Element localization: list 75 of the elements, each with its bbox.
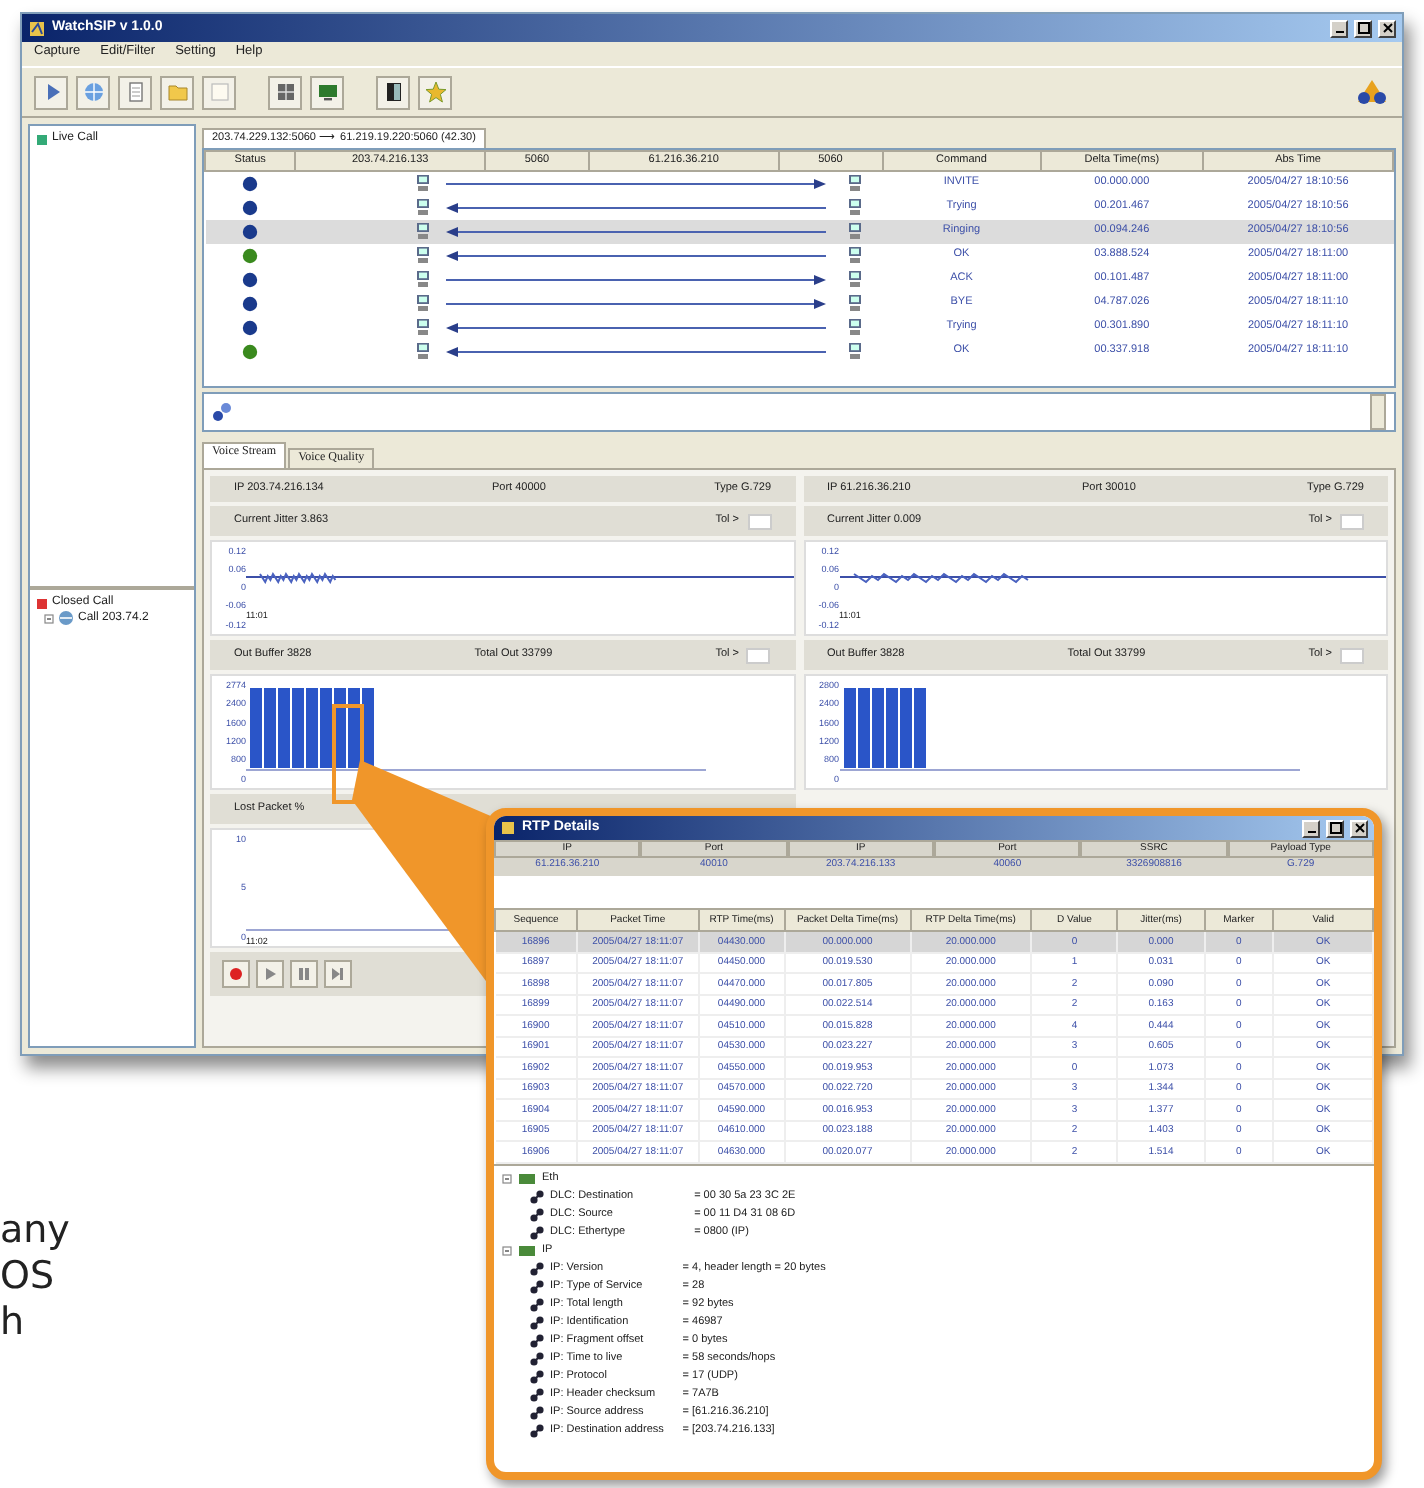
field-icon [530,1405,544,1419]
pause-icon [296,966,312,982]
computer-icon [848,294,863,312]
promo-text: OS [0,1258,57,1296]
page-icon [207,80,231,104]
monitor-icon [315,80,339,104]
computer-icon [848,246,863,264]
computer-icon [415,270,430,288]
computer-icon [848,222,863,240]
field-icon [530,1189,544,1203]
field-icon [530,1423,544,1437]
field-icon [530,1315,544,1329]
promo-text: any [0,1212,70,1250]
node-icon [518,1171,536,1185]
close-icon [1351,820,1367,836]
minimize-button[interactable] [1330,19,1348,37]
app-icon [28,19,46,37]
document-icon [123,80,147,104]
field-icon [530,1369,544,1383]
collapse-icon[interactable] [44,613,54,624]
field-icon [530,1297,544,1311]
play-icon [262,966,278,982]
grid-icon [273,80,297,104]
node-icon [518,1243,536,1257]
star-icon [423,80,447,104]
computer-icon [415,294,430,312]
maximize-button[interactable] [1354,19,1372,37]
maximize-button[interactable] [1326,819,1344,837]
field-icon [530,1333,544,1347]
book-icon [381,80,405,104]
field-icon [530,1261,544,1275]
computer-icon [848,270,863,288]
player-button[interactable] [324,960,352,988]
close-button[interactable] [1378,19,1396,37]
folder-icon [165,80,189,104]
player-button[interactable] [256,960,284,988]
player-button[interactable] [290,960,318,988]
stop-icon [36,597,48,610]
field-icon [530,1279,544,1293]
computer-icon [415,198,430,216]
maximize-icon [1355,20,1371,36]
network-icon [212,402,232,422]
maximize-icon [1327,820,1343,836]
computer-icon [415,222,430,240]
app-icon [500,820,516,836]
computer-icon [415,246,430,264]
field-icon [530,1225,544,1239]
computer-icon [848,342,863,360]
toolbar-button[interactable] [376,75,410,109]
tolerance-field[interactable] [746,647,771,663]
next-icon [330,966,346,982]
promo-text: h [0,1304,27,1342]
computer-icon [415,318,430,336]
logo-icon [1354,76,1390,108]
record-icon [228,966,244,982]
field-icon [530,1351,544,1365]
computer-icon [848,318,863,336]
close-button[interactable] [1350,819,1368,837]
computer-icon [848,174,863,193]
scrollbar[interactable] [1370,394,1386,430]
tolerance-field[interactable] [1340,513,1364,529]
globe-icon [81,80,105,104]
tolerance-field[interactable] [1339,647,1364,663]
collapse-icon[interactable] [502,1245,512,1255]
tolerance-field[interactable] [747,513,771,529]
player-button[interactable] [222,960,250,988]
computer-icon [415,342,430,360]
collapse-icon[interactable] [502,1173,512,1183]
jitter-graph [258,568,338,584]
close-icon [1379,20,1395,36]
minimize-button[interactable] [1302,819,1320,837]
field-icon [530,1207,544,1221]
computer-icon [415,174,430,193]
computer-icon [848,198,863,216]
field-icon [530,1387,544,1401]
